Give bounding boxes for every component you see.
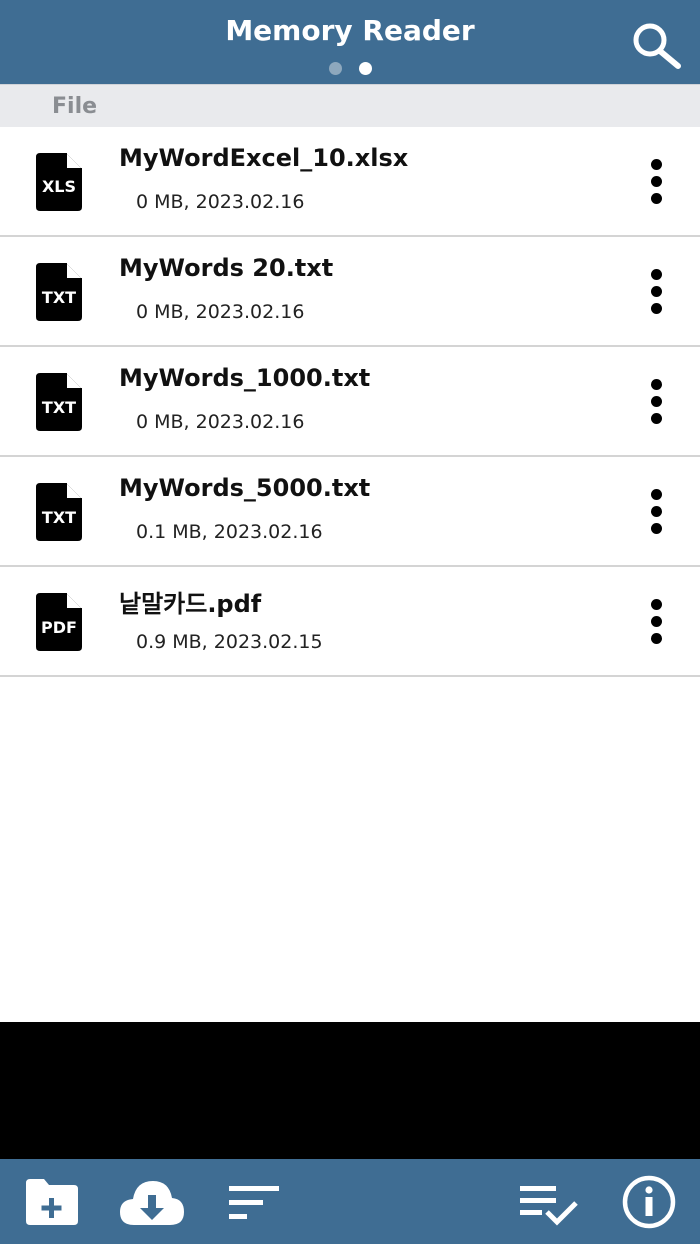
add-folder-button[interactable] [22, 1173, 80, 1231]
file-type-label: TXT [42, 288, 76, 307]
bottom-toolbar [0, 1159, 700, 1244]
more-dot [651, 379, 662, 390]
sort-icon [229, 1186, 279, 1219]
info-button[interactable] [620, 1173, 678, 1231]
file-list: XLS MyWordExcel_10.xlsx 0 MB, 2023.02.16… [0, 127, 700, 677]
search-button[interactable] [628, 18, 684, 70]
txt-file-icon: TXT [36, 263, 82, 321]
more-dot [651, 506, 662, 517]
file-name: MyWords_5000.txt [119, 474, 371, 502]
top-bar: Memory Reader [0, 0, 700, 84]
file-name: 낱말카드.pdf [119, 590, 262, 618]
file-row[interactable]: TXT MyWords_1000.txt 0 MB, 2023.02.16 [0, 347, 700, 457]
file-name: MyWordExcel_10.xlsx [119, 144, 409, 172]
page-indicator [329, 62, 375, 76]
more-dot [651, 286, 662, 297]
page-dot-2-active[interactable] [359, 62, 372, 75]
file-type-label: TXT [42, 398, 76, 417]
file-row[interactable]: XLS MyWordExcel_10.xlsx 0 MB, 2023.02.16 [0, 127, 700, 237]
more-options-button[interactable] [640, 157, 674, 207]
app-title: Memory Reader [225, 14, 475, 47]
more-dot [651, 396, 662, 407]
txt-file-icon: TXT [36, 373, 82, 431]
search-icon [633, 23, 681, 69]
file-meta: 0.9 MB, 2023.02.15 [136, 631, 323, 653]
sort-button[interactable] [226, 1173, 282, 1231]
more-dot [651, 413, 662, 424]
file-meta: 0 MB, 2023.02.16 [136, 411, 305, 433]
section-label: File [52, 94, 98, 119]
more-options-button[interactable] [640, 597, 674, 647]
info-icon [622, 1175, 676, 1229]
file-meta: 0.1 MB, 2023.02.16 [136, 521, 323, 543]
more-dot [651, 633, 662, 644]
file-row[interactable]: TXT MyWords_5000.txt 0.1 MB, 2023.02.16 [0, 457, 700, 567]
select-list-icon [520, 1186, 578, 1226]
xls-file-icon: XLS [36, 153, 82, 211]
page-dot-1[interactable] [329, 62, 342, 75]
file-meta: 0 MB, 2023.02.16 [136, 191, 305, 213]
select-button[interactable] [518, 1173, 580, 1231]
file-row[interactable]: PDF 낱말카드.pdf 0.9 MB, 2023.02.15 [0, 567, 700, 677]
file-name: MyWords 20.txt [119, 254, 334, 282]
pdf-file-icon: PDF [36, 593, 82, 651]
ad-banner-area [0, 1022, 700, 1159]
download-button[interactable] [118, 1173, 186, 1231]
file-meta: 0 MB, 2023.02.16 [136, 301, 305, 323]
file-type-label: XLS [42, 177, 76, 196]
section-header: File [0, 84, 700, 127]
more-dot [651, 176, 662, 187]
more-options-button[interactable] [640, 377, 674, 427]
file-name: MyWords_1000.txt [119, 364, 371, 392]
more-dot [651, 303, 662, 314]
more-dot [651, 193, 662, 204]
cloud-download-icon [120, 1181, 184, 1225]
more-dot [651, 616, 662, 627]
add-folder-icon [26, 1179, 78, 1225]
more-dot [651, 523, 662, 534]
file-row[interactable]: TXT MyWords 20.txt 0 MB, 2023.02.16 [0, 237, 700, 347]
app-screen: Memory Reader File XLS MyWordExcel_10.xl… [0, 0, 700, 1244]
file-type-label: PDF [41, 618, 77, 637]
more-dot [651, 489, 662, 500]
more-dot [651, 159, 662, 170]
more-options-button[interactable] [640, 487, 674, 537]
more-dot [651, 269, 662, 280]
txt-file-icon: TXT [36, 483, 82, 541]
more-options-button[interactable] [640, 267, 674, 317]
more-dot [651, 599, 662, 610]
file-type-label: TXT [42, 508, 76, 527]
